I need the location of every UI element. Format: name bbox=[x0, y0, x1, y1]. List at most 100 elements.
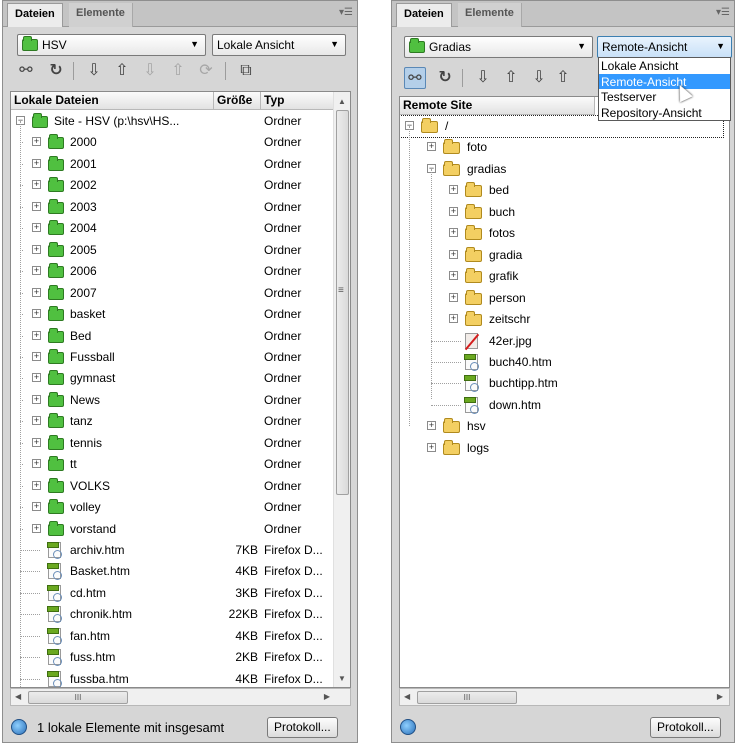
check-out-icon[interactable]: ⇩ bbox=[528, 67, 550, 89]
file-row[interactable]: buch40.htm bbox=[400, 352, 720, 373]
remote-file-list[interactable]: Remote Site − / + foto − gradias + bed + buch + fot… bbox=[399, 96, 730, 688]
expand-icon[interactable]: + bbox=[32, 480, 41, 490]
synchronize-icon[interactable]: ⟳ bbox=[195, 60, 217, 82]
scroll-right-icon[interactable]: ▶ bbox=[324, 692, 330, 701]
expand-icon[interactable]: + bbox=[32, 137, 41, 147]
horizontal-scrollbar[interactable]: ◀ III ▶ bbox=[10, 688, 351, 706]
dropdown-option[interactable]: Lokale Ansicht bbox=[599, 58, 730, 74]
expand-icon[interactable]: + bbox=[32, 502, 41, 512]
image-file-row[interactable]: 42er.jpg bbox=[400, 331, 720, 352]
horizontal-scrollbar[interactable]: ◀ III ▶ bbox=[399, 688, 730, 706]
tab-elemente[interactable]: Elemente bbox=[69, 3, 133, 27]
folder-row[interactable]: + buch bbox=[400, 202, 720, 223]
dropdown-option[interactable]: Testserver bbox=[599, 89, 730, 105]
expand-icon[interactable]: + bbox=[427, 142, 436, 152]
expand-icon[interactable]: + bbox=[32, 158, 41, 168]
tab-elemente[interactable]: Elemente bbox=[458, 3, 522, 27]
expand-panel-icon[interactable]: ⧉ bbox=[235, 60, 257, 82]
folder-row[interactable]: +2000 Ordner bbox=[11, 132, 334, 153]
expand-icon[interactable]: + bbox=[449, 314, 458, 324]
folder-row[interactable]: + volley Ordner bbox=[11, 497, 334, 518]
view-select[interactable]: Lokale Ansicht ▼ bbox=[212, 34, 346, 56]
file-row[interactable]: fan.htm 4KB Firefox D... bbox=[11, 626, 334, 647]
expand-icon[interactable]: + bbox=[427, 442, 436, 452]
expand-icon[interactable]: + bbox=[32, 244, 41, 254]
check-in-icon[interactable]: ⇧ bbox=[167, 60, 189, 82]
folder-row[interactable]: + grafik bbox=[400, 266, 720, 287]
column-header-type[interactable]: Typ bbox=[261, 92, 334, 110]
dropdown-option[interactable]: Repository-Ansicht bbox=[599, 105, 730, 121]
folder-row[interactable]: +2003 Ordner bbox=[11, 197, 334, 218]
expand-icon[interactable]: + bbox=[449, 249, 458, 259]
tab-dateien[interactable]: Dateien bbox=[7, 3, 63, 27]
expand-icon[interactable]: + bbox=[32, 201, 41, 211]
site-root-row[interactable]: − Site - HSV (p:\hsv\HS... Ordner bbox=[11, 111, 334, 132]
expand-icon[interactable]: + bbox=[32, 437, 41, 447]
view-select[interactable]: Remote-Ansicht ▼ bbox=[597, 36, 732, 58]
put-files-icon[interactable]: ⇧ bbox=[111, 60, 133, 82]
folder-row[interactable]: +2006 Ordner bbox=[11, 261, 334, 282]
column-header-name[interactable]: Lokale Dateien bbox=[11, 92, 214, 110]
file-row[interactable]: down.htm bbox=[400, 395, 720, 416]
folder-row[interactable]: + gradia bbox=[400, 245, 720, 266]
expand-icon[interactable]: + bbox=[32, 223, 41, 233]
horizontal-scroll-thumb[interactable]: III bbox=[28, 691, 128, 704]
folder-row[interactable]: + tt Ordner bbox=[11, 454, 334, 475]
file-row[interactable]: fuss.htm 2KB Firefox D... bbox=[11, 647, 334, 668]
folder-row[interactable]: +2004 Ordner bbox=[11, 218, 334, 239]
folder-row[interactable]: +2001 Ordner bbox=[11, 154, 334, 175]
expand-icon[interactable]: + bbox=[32, 287, 41, 297]
folder-row[interactable]: + VOLKS Ordner bbox=[11, 476, 334, 497]
file-row[interactable]: buchtipp.htm bbox=[400, 373, 720, 394]
vertical-scroll-thumb[interactable] bbox=[336, 110, 349, 495]
expand-icon[interactable]: + bbox=[449, 271, 458, 281]
view-dropdown-list[interactable]: Lokale Ansicht Remote-Ansicht Testserver Re… bbox=[598, 57, 731, 121]
expand-icon[interactable]: + bbox=[32, 180, 41, 190]
local-file-list[interactable]: Lokale Dateien Größe Typ − Site - HSV (p:… bbox=[10, 91, 351, 688]
folder-row[interactable]: + zeitschr bbox=[400, 309, 720, 330]
expand-icon[interactable]: + bbox=[32, 309, 41, 319]
protokoll-button[interactable]: Protokoll... bbox=[267, 717, 338, 738]
folder-row[interactable]: + person bbox=[400, 288, 720, 309]
dropdown-option[interactable]: Remote-Ansicht bbox=[599, 73, 730, 89]
expand-icon[interactable]: + bbox=[32, 330, 41, 340]
expand-icon[interactable]: + bbox=[427, 421, 436, 431]
expand-icon[interactable]: + bbox=[449, 185, 458, 195]
tab-dateien[interactable]: Dateien bbox=[396, 3, 452, 27]
refresh-icon[interactable]: ↻ bbox=[45, 60, 67, 82]
get-files-icon[interactable]: ⇩ bbox=[83, 60, 105, 82]
column-header-size[interactable]: Größe bbox=[214, 92, 261, 110]
file-row[interactable]: chronik.htm 22KB Firefox D... bbox=[11, 604, 334, 625]
panel-menu-icon[interactable]: ▾☰ bbox=[339, 7, 353, 18]
expand-icon[interactable]: + bbox=[32, 266, 41, 276]
folder-row[interactable]: + Fussball Ordner bbox=[11, 347, 334, 368]
connect-icon[interactable]: ⚯ bbox=[15, 60, 37, 82]
column-header-remote-site[interactable]: Remote Site bbox=[400, 97, 595, 115]
get-files-icon[interactable]: ⇩ bbox=[472, 67, 494, 89]
refresh-icon[interactable]: ↻ bbox=[434, 67, 456, 89]
connect-icon[interactable]: ⚯ bbox=[404, 67, 426, 89]
vertical-scrollbar[interactable]: ▲ ≡ ▼ bbox=[333, 92, 350, 687]
folder-row[interactable]: +2002 Ordner bbox=[11, 175, 334, 196]
folder-row[interactable]: + hsv bbox=[400, 416, 720, 437]
panel-menu-icon[interactable]: ▾☰ bbox=[716, 7, 730, 18]
file-row[interactable]: archiv.htm 7KB Firefox D... bbox=[11, 540, 334, 561]
expand-icon[interactable]: + bbox=[32, 416, 41, 426]
protokoll-button[interactable]: Protokoll... bbox=[650, 717, 721, 738]
folder-row[interactable]: +2007 Ordner bbox=[11, 283, 334, 304]
folder-row[interactable]: + vorstand Ordner bbox=[11, 519, 334, 540]
file-row[interactable]: cd.htm 3KB Firefox D... bbox=[11, 583, 334, 604]
folder-row[interactable]: + gymnast Ordner bbox=[11, 368, 334, 389]
folder-row[interactable]: + basket Ordner bbox=[11, 304, 334, 325]
folder-row[interactable]: + foto bbox=[400, 137, 720, 158]
folder-row[interactable]: + logs bbox=[400, 438, 720, 459]
expand-icon[interactable]: + bbox=[32, 373, 41, 383]
file-row[interactable]: fussba.htm 4KB Firefox D... bbox=[11, 669, 334, 687]
folder-row[interactable]: + tanz Ordner bbox=[11, 411, 334, 432]
expand-icon[interactable]: + bbox=[32, 523, 41, 533]
file-row[interactable]: Basket.htm 4KB Firefox D... bbox=[11, 561, 334, 582]
check-out-icon[interactable]: ⇩ bbox=[139, 60, 161, 82]
horizontal-scroll-thumb[interactable]: III bbox=[417, 691, 517, 704]
scroll-down-icon[interactable]: ▼ bbox=[338, 674, 346, 683]
scroll-left-icon[interactable]: ◀ bbox=[15, 692, 21, 701]
